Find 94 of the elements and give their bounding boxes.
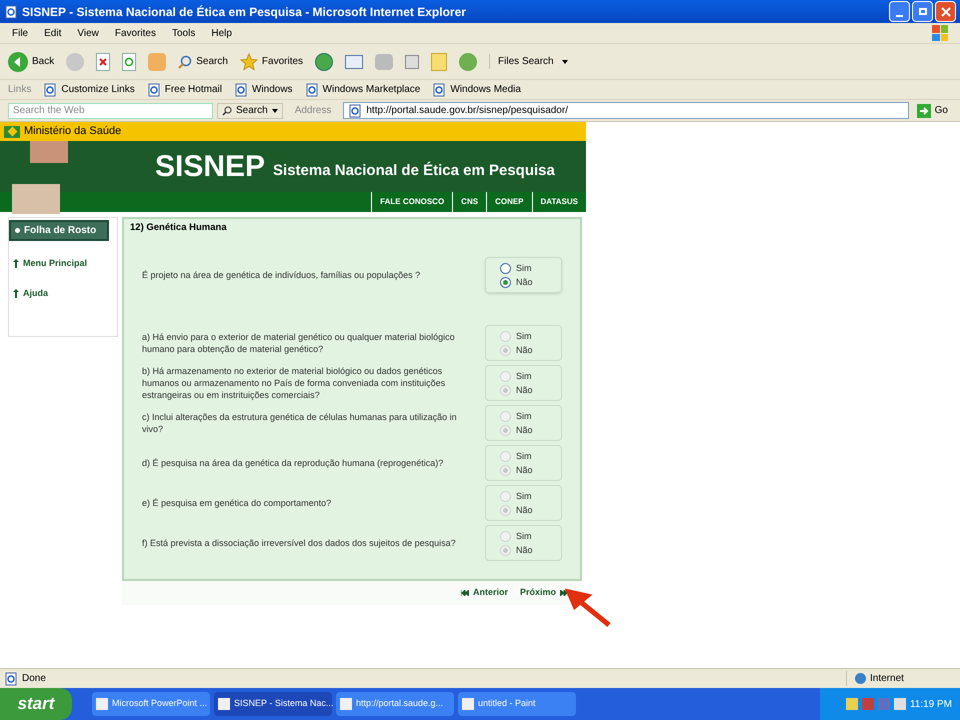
link[interactable]: Customize Links bbox=[43, 82, 135, 97]
arrow-right-icon bbox=[916, 104, 931, 118]
search-web-button[interactable]: Search bbox=[217, 102, 283, 118]
taskbar-button[interactable]: SISNEP - Sistema Nac... bbox=[214, 692, 332, 716]
address-field[interactable]: http://portal.saude.gov.br/sisnep/pesquisador/ bbox=[343, 102, 909, 119]
option-label: Não bbox=[516, 464, 533, 476]
radio-button[interactable] bbox=[500, 262, 511, 274]
question-text: É projeto na área de genética de indivíduos, famílias ou populações ? bbox=[142, 269, 422, 281]
ministry-label: Ministério da Saúde bbox=[24, 124, 122, 140]
menu-item[interactable]: Edit bbox=[44, 26, 62, 40]
option-label: Sim bbox=[516, 450, 532, 462]
section-title: 12) Genética Humana bbox=[130, 221, 228, 235]
fast-forward-icon bbox=[560, 590, 568, 596]
nav-link[interactable]: FALE CONOSCO bbox=[371, 192, 452, 212]
nav-link[interactable]: DATASUS bbox=[532, 192, 586, 212]
star-icon bbox=[240, 52, 258, 70]
option-label: Sim bbox=[516, 490, 532, 502]
zone-label: Internet bbox=[846, 671, 956, 686]
link-icon bbox=[13, 259, 19, 268]
taskbar-button[interactable]: untitled - Paint bbox=[458, 692, 576, 716]
page-icon bbox=[43, 82, 58, 96]
question-text: b) Há armazenamento no exterior de material biológico ou dados genéticos humanos ou armazenamento no País de forma conveniada com instituições estrangeiras ou em instrituições comerciais? bbox=[142, 365, 446, 401]
taskbar-button[interactable]: http://portal.saude.g... bbox=[336, 692, 454, 716]
sidebar-link[interactable]: Ajuda bbox=[9, 286, 117, 300]
option-label: Não bbox=[516, 384, 533, 396]
caret-icon bbox=[562, 60, 568, 64]
link[interactable]: Free Hotmail bbox=[146, 82, 222, 97]
nav-link[interactable]: CONEP bbox=[486, 192, 532, 212]
menu-item[interactable]: View bbox=[77, 26, 99, 40]
link[interactable]: Windows Marketplace bbox=[304, 82, 420, 97]
option-label: Sim bbox=[516, 330, 532, 342]
menu-item[interactable]: Favorites bbox=[114, 26, 156, 40]
links-label: Links bbox=[8, 83, 32, 97]
favorites-button[interactable]: Favorites bbox=[240, 52, 304, 70]
minimize-button[interactable] bbox=[889, 1, 910, 22]
flag-icon bbox=[4, 126, 20, 138]
menu-item[interactable]: File bbox=[12, 26, 28, 40]
menu-item[interactable]: Help bbox=[211, 26, 232, 40]
close-icon bbox=[940, 6, 950, 16]
search-button[interactable]: Search bbox=[178, 54, 228, 69]
close-button[interactable] bbox=[935, 1, 956, 22]
option-label: Não bbox=[516, 544, 533, 556]
stop-icon bbox=[96, 52, 110, 70]
restore-button[interactable] bbox=[912, 1, 933, 22]
search-icon bbox=[178, 54, 192, 68]
taskbar-button[interactable]: Microsoft PowerPoint ... bbox=[92, 692, 210, 716]
photo-placeholder bbox=[30, 141, 68, 163]
page-icon bbox=[348, 104, 362, 118]
menu-item[interactable]: Tools bbox=[172, 26, 196, 40]
start-button[interactable]: start bbox=[0, 688, 72, 720]
question-text: a) Há envio para o exterior de material genético ou qualquer material biológico humano para obtenção de material genético? bbox=[142, 331, 456, 355]
page-icon bbox=[304, 82, 319, 96]
files-search-button[interactable]: Files Search bbox=[489, 54, 568, 69]
page-icon bbox=[234, 82, 248, 96]
link[interactable]: Windows Media bbox=[432, 82, 521, 97]
go-button[interactable]: Go bbox=[912, 103, 952, 118]
caret-icon bbox=[272, 108, 278, 112]
rewind-icon bbox=[460, 590, 469, 596]
option-label: Sim bbox=[516, 530, 532, 542]
sidebar-header[interactable]: Folha de Rosto bbox=[9, 220, 109, 241]
link[interactable]: Windows bbox=[234, 82, 293, 97]
option-label: Não bbox=[516, 504, 533, 516]
option-label: Sim bbox=[516, 262, 532, 274]
page-icon bbox=[4, 672, 18, 686]
option-label: Sim bbox=[516, 370, 532, 382]
page-icon bbox=[432, 82, 446, 96]
clock: 11:19 PM bbox=[910, 698, 952, 712]
windows-logo-icon bbox=[932, 25, 948, 41]
previous-link[interactable]: Anterior bbox=[460, 586, 508, 600]
option-label: Não bbox=[516, 344, 533, 356]
question-text: e) É pesquisa em genética do comportamento? bbox=[142, 497, 332, 509]
browser-icon bbox=[4, 4, 18, 18]
question-text: f) Está prevista a dissociação irreversível dos dados dos sujeitos de pesquisa? bbox=[142, 537, 457, 549]
question-text: d) É pesquisa na área da genética da reprodução humana (reprogenética)? bbox=[142, 457, 444, 469]
nav-link[interactable]: CNS bbox=[452, 192, 486, 212]
option-label: Sim bbox=[516, 410, 532, 422]
search-icon bbox=[222, 106, 232, 116]
window-title: SISNEP - Sistema Nacional de Ética em Pesquisa - Microsoft Internet Explorer bbox=[22, 4, 466, 20]
search-field[interactable]: Search the Web bbox=[8, 102, 213, 118]
sisnep-logo: SISNEP bbox=[155, 152, 266, 182]
question-text: c) Inclui alterações da estrutura genética de células humanas para utilização in vivo? bbox=[142, 411, 458, 435]
option-label: Não bbox=[516, 424, 533, 436]
next-link[interactable]: Próximo bbox=[520, 586, 568, 600]
address-label: Address bbox=[294, 104, 332, 118]
status-text: Done bbox=[22, 672, 46, 686]
banner-subtitle: Sistema Nacional de Ética em Pesquisa bbox=[273, 160, 555, 180]
option-label: Não bbox=[516, 276, 533, 288]
sidebar-link[interactable]: Menu Principal bbox=[9, 257, 117, 270]
arrow-annotation bbox=[565, 588, 613, 628]
page-icon bbox=[146, 82, 161, 96]
photo-placeholder bbox=[12, 184, 60, 214]
back-button[interactable]: Back bbox=[8, 52, 54, 72]
link-icon bbox=[13, 288, 19, 298]
radio-button[interactable] bbox=[500, 276, 511, 288]
